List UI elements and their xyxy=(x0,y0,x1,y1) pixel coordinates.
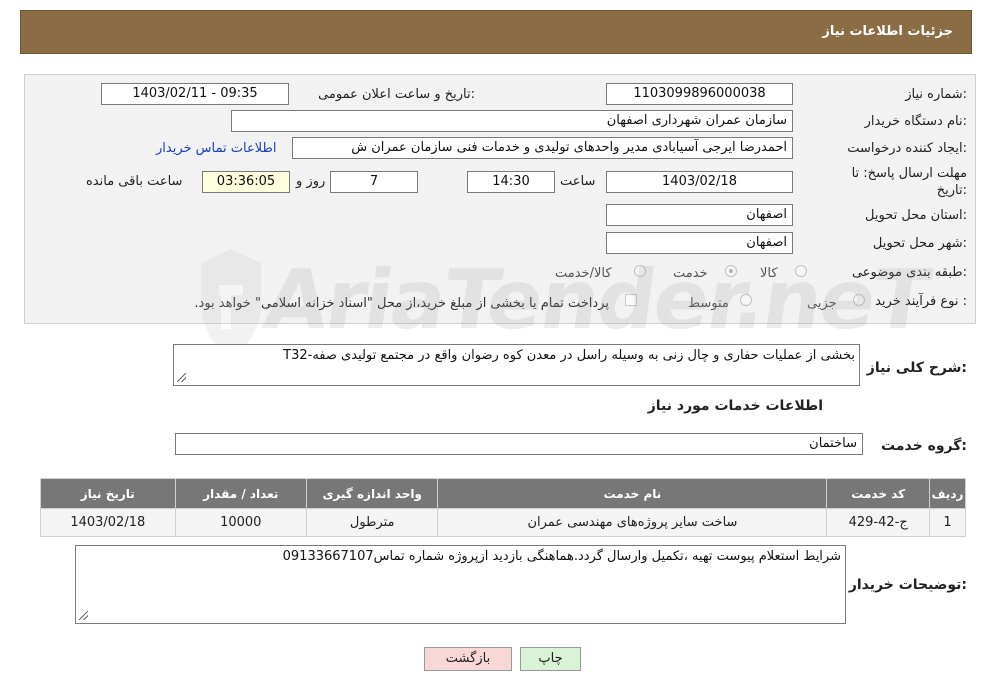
print-button[interactable]: چاپ xyxy=(520,647,581,671)
services-table: ردیف کد خدمت نام خدمت واحد اندازه گیری ت… xyxy=(40,478,967,537)
city-field[interactable]: اصفهان xyxy=(606,232,793,254)
buyer-notes-text: شرایط استعلام پیوست تهیه ،تکمیل وارسال گ… xyxy=(282,549,841,564)
deadline-date-field[interactable]: 1403/02/18 xyxy=(606,171,793,193)
description-textarea[interactable]: بخشی از عملیات حفاری و چال زنی به وسیله … xyxy=(173,344,860,386)
category-option-service: خدمت xyxy=(673,266,708,281)
category-radio-goods-service[interactable] xyxy=(634,265,646,277)
buyer-notes-label: توضیحات خریدار: xyxy=(848,577,967,593)
days-label: روز و xyxy=(296,174,326,189)
process-option-medium: متوسط xyxy=(688,296,729,311)
process-radio-minor[interactable] xyxy=(853,294,865,306)
resize-grip-icon[interactable] xyxy=(79,611,88,620)
days-field[interactable]: 7 xyxy=(330,171,418,193)
cell-service-code: ج-42-429 xyxy=(826,508,930,537)
process-option-minor: جزیی xyxy=(807,296,837,311)
cell-row-number: 1 xyxy=(928,508,967,537)
announce-datetime-label: تاریخ و ساعت اعلان عمومی: xyxy=(318,87,475,102)
col-header-service-name: نام خدمت xyxy=(437,478,828,509)
treasury-payment-checkbox[interactable] xyxy=(625,294,637,306)
col-header-need-date: تاریخ نیاز xyxy=(40,478,176,509)
table-row: 1 ج-42-429 ساخت سایر پروژه‌های مهندسی عم… xyxy=(40,508,967,537)
category-option-goods: کالا xyxy=(760,266,778,281)
back-button[interactable]: بازگشت xyxy=(424,647,512,671)
cell-service-name: ساخت سایر پروژه‌های مهندسی عمران xyxy=(437,508,828,537)
service-group-field[interactable]: ساختمان xyxy=(175,433,863,455)
description-text: بخشی از عملیات حفاری و چال زنی به وسیله … xyxy=(283,348,855,363)
cell-unit: مترطول xyxy=(305,508,439,537)
category-option-goods-service: کالا/خدمت xyxy=(555,266,612,281)
category-label: طبقه بندی موضوعی: xyxy=(851,265,967,280)
deadline-time-label: ساعت xyxy=(560,174,596,189)
buyer-notes-textarea[interactable]: شرایط استعلام پیوست تهیه ،تکمیل وارسال گ… xyxy=(75,545,846,624)
table-header-row: ردیف کد خدمت نام خدمت واحد اندازه گیری ت… xyxy=(40,478,967,509)
category-radio-service[interactable] xyxy=(725,265,737,277)
need-number-field[interactable]: 1103099896000038 xyxy=(606,83,793,105)
buyer-org-field[interactable]: سازمان عمران شهرداری اصفهان xyxy=(231,110,793,132)
cell-need-date: 1403/02/18 xyxy=(40,508,176,537)
service-group-label: گروه خدمت: xyxy=(881,438,967,454)
announce-datetime-field[interactable]: 1403/02/11 - 09:35 xyxy=(101,83,289,105)
col-header-unit: واحد اندازه گیری xyxy=(305,478,439,509)
creator-label: ایجاد کننده درخواست: xyxy=(847,141,967,156)
remaining-time-field[interactable]: 03:36:05 xyxy=(202,171,290,193)
province-label: استان محل تحویل: xyxy=(865,208,967,223)
province-field[interactable]: اصفهان xyxy=(606,204,793,226)
description-label: شرح کلی نیاز: xyxy=(866,360,967,376)
process-radio-medium[interactable] xyxy=(740,294,752,306)
deadline-label: مهلت ارسال پاسخ: تا xyxy=(851,166,967,181)
deadline-label-date: تاریخ: xyxy=(936,183,967,198)
remaining-time-label: ساعت باقی مانده xyxy=(86,174,183,189)
resize-grip-icon[interactable] xyxy=(177,373,186,382)
col-header-service-code: کد خدمت xyxy=(826,478,930,509)
creator-field[interactable]: احمدرضا ایرجی آسیابادی مدیر واحدهای تولی… xyxy=(292,137,793,159)
page-title: جزئیات اطلاعات نیاز xyxy=(822,24,953,39)
cell-quantity: 10000 xyxy=(174,508,307,537)
need-number-label: شماره نیاز: xyxy=(905,87,967,102)
category-radio-goods[interactable] xyxy=(795,265,807,277)
treasury-payment-note: پرداخت تمام یا بخشی از مبلغ خرید،از محل … xyxy=(194,296,609,311)
services-section-title: اطلاعات خدمات مورد نیاز xyxy=(647,398,823,414)
col-header-quantity: تعداد / مقدار xyxy=(174,478,307,509)
buyer-contact-link[interactable]: اطلاعات تماس خریدار xyxy=(156,141,276,156)
city-label: شهر محل تحویل: xyxy=(872,236,967,251)
buyer-org-label: نام دستگاه خریدار: xyxy=(864,114,967,129)
col-header-row-number: ردیف xyxy=(928,478,967,509)
process-type-label: نوع فرآیند خرید : xyxy=(875,294,967,309)
page-header: جزئیات اطلاعات نیاز xyxy=(20,10,972,54)
deadline-time-field[interactable]: 14:30 xyxy=(467,171,555,193)
